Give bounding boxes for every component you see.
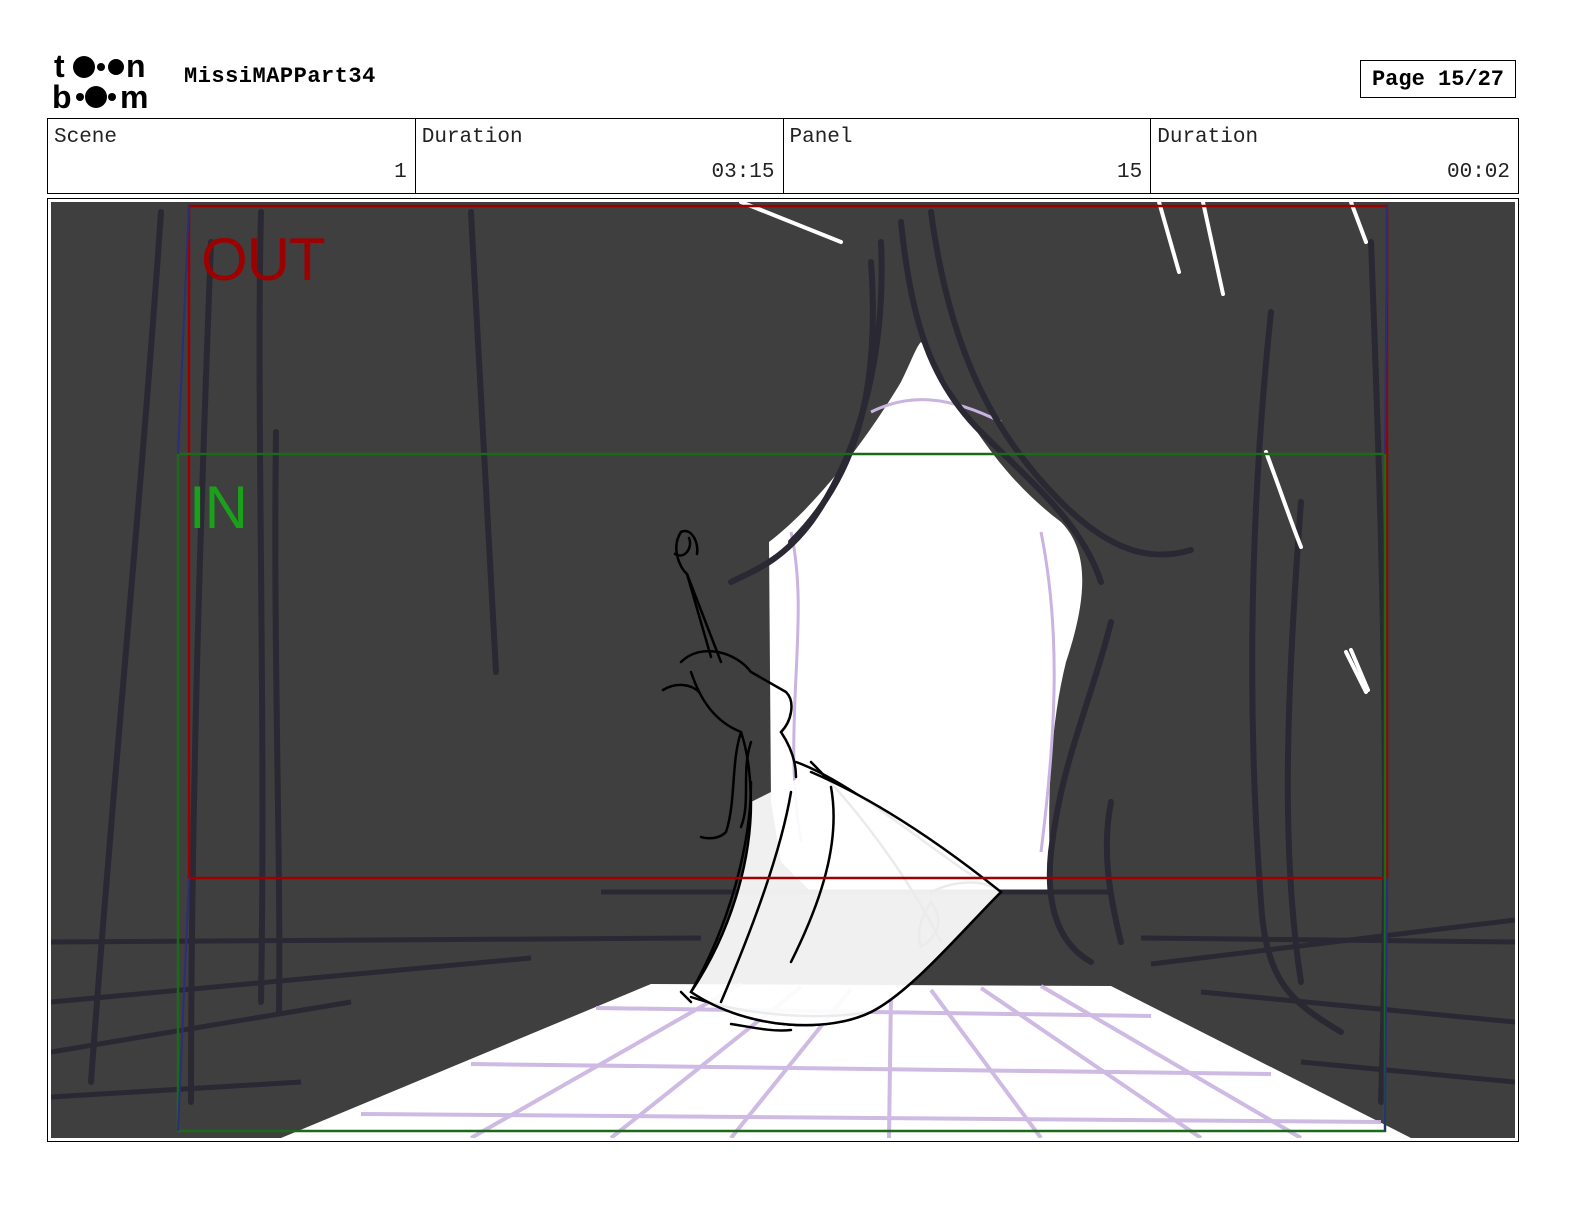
page-indicator: Page 15/27 [1360,60,1516,98]
camera-out-label: OUT [201,226,326,293]
panel-info-row: Scene 1 Duration 03:15 Panel 15 Duration… [47,118,1519,194]
scene-duration-value: 03:15 [711,161,775,184]
scene-duration-cell: Duration 03:15 [416,119,784,193]
project-title: MissiMAPPart34 [184,64,376,89]
page-label: Page 15/27 [1371,66,1505,92]
panel-duration-label: Duration [1157,126,1259,149]
panel-value: 15 [1117,161,1143,184]
panel-label: Panel [789,126,853,149]
storyboard-panel-image: OUT IN [51,202,1515,1138]
camera-in-label: IN [189,474,248,541]
svg-text:m: m [120,79,148,112]
scene-duration-label: Duration [421,126,523,149]
scene-label: Scene [54,126,118,149]
svg-text:b: b [52,79,72,112]
toon-boom-logo: t n b m [50,48,166,115]
scene-cell: Scene 1 [48,119,416,193]
panel-duration-value: 00:02 [1446,161,1510,184]
panel-cell: Panel 15 [784,119,1152,193]
scene-value: 1 [394,161,407,184]
panel-duration-cell: Duration 00:02 [1151,119,1518,193]
